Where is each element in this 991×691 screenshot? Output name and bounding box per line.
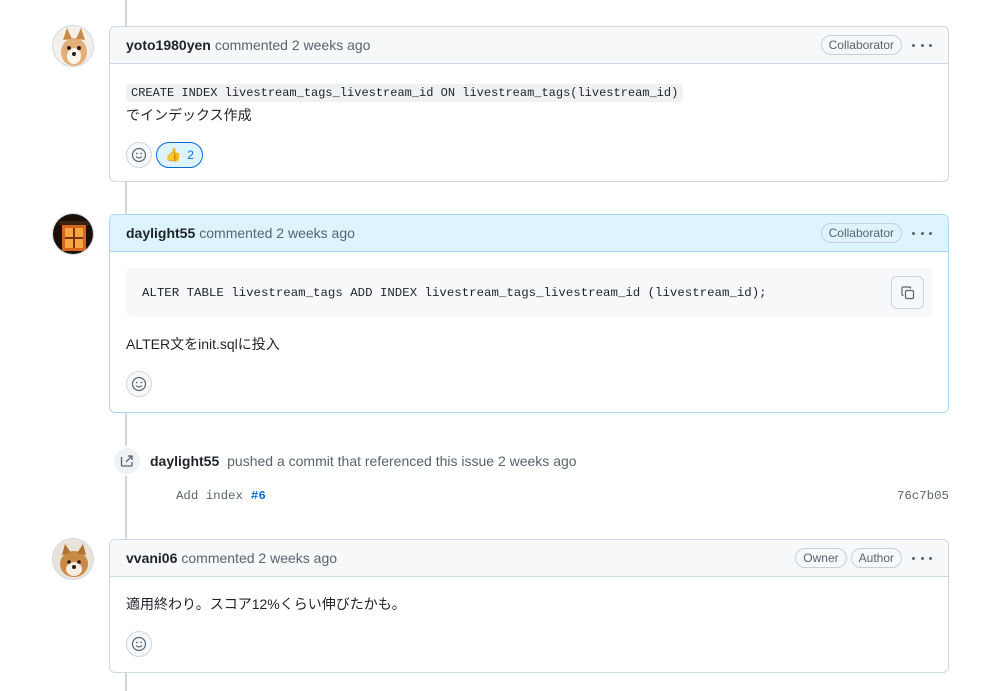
event-author[interactable]: daylight55 (150, 453, 219, 469)
smiley-icon (131, 376, 147, 392)
more-options-icon[interactable] (912, 37, 932, 53)
copy-icon (900, 285, 914, 299)
code-block: ALTER TABLE livestream_tags ADD INDEX li… (126, 268, 932, 317)
comment-header: daylight55 commented 2 weeks ago Collabo… (110, 215, 948, 252)
reaction-count: 2 (187, 148, 194, 162)
comment-timestamp[interactable]: commented 2 weeks ago (199, 225, 355, 241)
comment-text: ALTER文をinit.sqlに投入 (126, 336, 280, 352)
comment-body: 適用終わり。スコア12%くらい伸びたかも。 (110, 577, 948, 673)
comment-body: ALTER TABLE livestream_tags ADD INDEX li… (110, 252, 948, 413)
commit-row: Add index #6 76c7b05 (176, 489, 949, 503)
comment-card: daylight55 commented 2 weeks ago Collabo… (109, 214, 949, 413)
commit-sha[interactable]: 76c7b05 (897, 489, 949, 503)
cross-reference-icon (112, 446, 142, 476)
add-reaction-button[interactable] (126, 631, 152, 657)
shiba-avatar-icon (53, 539, 93, 579)
comment-text: でインデックス作成 (126, 107, 252, 123)
avatar[interactable] (52, 538, 94, 580)
commit-message[interactable]: Add index (176, 489, 243, 503)
thumbs-up-icon: 👍 (165, 147, 182, 162)
code-line: ALTER TABLE livestream_tags ADD INDEX li… (142, 285, 767, 300)
more-options-icon[interactable] (912, 225, 932, 241)
reactions-bar (126, 631, 932, 657)
comment-author[interactable]: daylight55 (126, 225, 195, 241)
comment-author[interactable]: yoto1980yen (126, 37, 211, 53)
commit-ref-link[interactable]: #6 (251, 489, 266, 503)
comment-card: vvani06 commented 2 weeks ago Owner Auth… (109, 539, 949, 673)
thumbs-up-reaction[interactable]: 👍 2 (156, 142, 203, 168)
copy-button[interactable] (891, 276, 924, 309)
comment-header: vvani06 commented 2 weeks ago Owner Auth… (110, 540, 948, 577)
lantern-avatar-icon (53, 214, 93, 254)
smiley-icon (131, 147, 147, 163)
timeline-event: daylight55 pushed a commit that referenc… (112, 446, 577, 476)
add-reaction-button[interactable] (126, 142, 152, 168)
collaborator-badge: Collaborator (820, 35, 902, 55)
avatar[interactable] (52, 25, 94, 67)
inline-code: CREATE INDEX livestream_tags_livestream_… (126, 84, 684, 102)
comment-text: 適用終わり。スコア12%くらい伸びたかも。 (126, 596, 406, 612)
reactions-bar (126, 371, 932, 397)
comment-timestamp[interactable]: commented 2 weeks ago (181, 550, 337, 566)
event-text: pushed a commit that referenced this iss… (227, 453, 577, 469)
collaborator-badge: Collaborator (820, 223, 902, 243)
comment-card: yoto1980yen commented 2 weeks ago Collab… (109, 26, 949, 182)
comment-author[interactable]: vvani06 (126, 550, 177, 566)
comment-timestamp[interactable]: commented 2 weeks ago (215, 37, 371, 53)
comment-body: CREATE INDEX livestream_tags_livestream_… (110, 64, 948, 184)
avatar[interactable] (52, 213, 94, 255)
add-reaction-button[interactable] (126, 371, 152, 397)
comment-header: yoto1980yen commented 2 weeks ago Collab… (110, 27, 948, 64)
dog-avatar-icon (53, 26, 93, 66)
smiley-icon (131, 636, 147, 652)
author-badge: Author (850, 548, 902, 568)
more-options-icon[interactable] (912, 550, 932, 566)
owner-badge: Owner (795, 548, 847, 568)
reactions-bar: 👍 2 (126, 142, 932, 168)
